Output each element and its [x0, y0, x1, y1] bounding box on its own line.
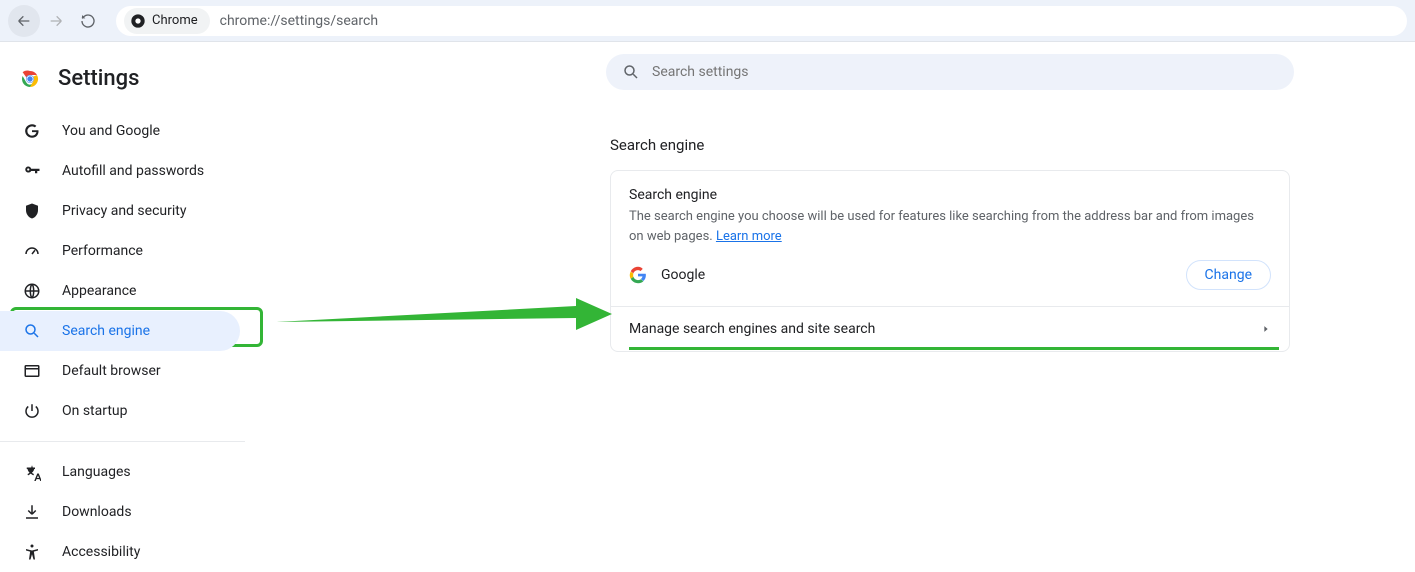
google-logo-icon: [629, 266, 647, 284]
sidebar-item-default-browser[interactable]: Default browser: [0, 351, 260, 391]
sidebar-item-autofill[interactable]: Autofill and passwords: [0, 151, 260, 191]
sidebar-item-label: Downloads: [62, 504, 132, 520]
translate-icon: [22, 462, 42, 482]
accessibility-icon: [22, 542, 42, 562]
manage-label: Manage search engines and site search: [629, 321, 875, 337]
main-panel: Search engine Search engine The search e…: [260, 42, 1415, 572]
sidebar-divider: [0, 441, 245, 442]
forward-button[interactable]: [40, 5, 72, 37]
section-title: Search engine: [610, 136, 704, 154]
sidebar-item-accessibility[interactable]: Accessibility: [0, 532, 260, 572]
sidebar-item-languages[interactable]: Languages: [0, 452, 260, 492]
browser-toolbar: Chrome chrome://settings/search: [0, 0, 1415, 42]
current-engine-name: Google: [661, 267, 705, 283]
download-icon: [22, 502, 42, 522]
page-title: Settings: [58, 66, 139, 91]
arrow-left-icon: [16, 13, 32, 29]
sidebar: Settings You and Google Autofill and pas…: [0, 42, 260, 572]
reload-button[interactable]: [72, 5, 104, 37]
speedometer-icon: [22, 241, 42, 261]
site-chip-label: Chrome: [152, 13, 198, 28]
manage-search-engines-row[interactable]: Manage search engines and site search: [611, 306, 1289, 351]
sidebar-item-privacy[interactable]: Privacy and security: [0, 191, 260, 231]
search-settings-input[interactable]: [652, 64, 1278, 80]
search-settings-box[interactable]: [606, 54, 1294, 90]
address-bar[interactable]: Chrome chrome://settings/search: [116, 6, 1407, 36]
chevron-right-icon: [1261, 324, 1271, 334]
sidebar-item-label: Search engine: [62, 323, 150, 339]
sidebar-header: Settings: [0, 62, 260, 111]
sidebar-item-performance[interactable]: Performance: [0, 231, 260, 271]
sidebar-item-label: Default browser: [62, 363, 161, 379]
sidebar-item-you-and-google[interactable]: You and Google: [0, 111, 260, 151]
sidebar-item-label: Accessibility: [62, 544, 140, 560]
sidebar-item-label: Languages: [62, 464, 131, 480]
arrow-right-icon: [48, 13, 64, 29]
sidebar-item-label: Appearance: [62, 283, 136, 299]
sidebar-item-label: Privacy and security: [62, 203, 186, 219]
search-engine-row: Search engine The search engine you choo…: [611, 171, 1289, 306]
sidebar-item-label: Performance: [62, 243, 143, 259]
sidebar-item-label: Autofill and passwords: [62, 163, 204, 179]
search-icon: [622, 63, 640, 81]
change-button[interactable]: Change: [1186, 260, 1271, 290]
current-engine: Google: [629, 266, 705, 284]
sidebar-item-on-startup[interactable]: On startup: [0, 391, 260, 431]
url-text: chrome://settings/search: [220, 13, 378, 29]
chrome-logo-icon: [18, 67, 42, 91]
reload-icon: [80, 13, 96, 29]
browser-icon: [22, 361, 42, 381]
power-icon: [22, 401, 42, 421]
annotation-underline: [629, 347, 1279, 350]
search-icon: [22, 321, 42, 341]
google-g-icon: [22, 121, 42, 141]
site-chip: Chrome: [124, 8, 210, 34]
key-icon: [22, 161, 42, 181]
globe-icon: [22, 281, 42, 301]
sidebar-item-downloads[interactable]: Downloads: [0, 492, 260, 532]
sidebar-item-appearance[interactable]: Appearance: [0, 271, 260, 311]
search-engine-card: Search engine The search engine you choo…: [610, 170, 1290, 352]
chrome-icon: [130, 13, 146, 29]
sidebar-item-search-engine[interactable]: Search engine: [0, 311, 260, 351]
row-description: The search engine you choose will be use…: [629, 207, 1271, 246]
sidebar-item-label: You and Google: [62, 123, 160, 139]
back-button[interactable]: [8, 5, 40, 37]
shield-icon: [22, 201, 42, 221]
learn-more-link[interactable]: Learn more: [716, 229, 782, 244]
row-title: Search engine: [629, 187, 1271, 203]
sidebar-item-label: On startup: [62, 403, 128, 419]
